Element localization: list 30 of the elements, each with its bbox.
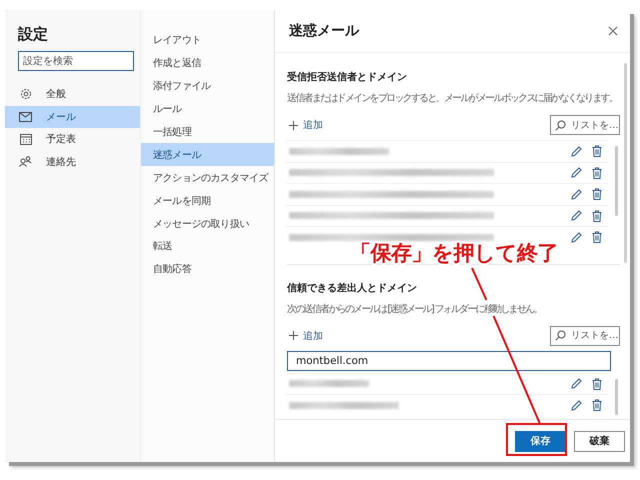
subnav-item[interactable]: 自動応答 — [141, 258, 274, 281]
list-search-button[interactable]: リストを… — [550, 115, 620, 135]
nav-item[interactable]: 全般 — [5, 83, 140, 106]
nav-item[interactable]: 連絡先 — [5, 150, 140, 173]
list-search-button[interactable]: リストを… — [550, 326, 620, 346]
subnav-item[interactable]: 作成と返信 — [141, 52, 274, 75]
subnav-item[interactable]: 添付ファイル — [141, 74, 274, 98]
save-button[interactable]: 保存 — [515, 430, 566, 452]
subnav-item[interactable]: 一括処理 — [141, 120, 274, 144]
nav-item[interactable]: 予定表 — [5, 128, 140, 150]
panel-title: 迷惑メール — [289, 22, 359, 40]
section-description: 送信者またはドメインをブロックすると、メールがメールボックスに届かなくなります。 — [287, 92, 618, 106]
settings-title: 設定 — [18, 25, 48, 44]
section-heading: 信頼できる差出人とドメイン — [287, 282, 417, 296]
search-field[interactable]: 設定を検索 — [18, 51, 134, 71]
subnav-item[interactable]: レイアウト — [141, 29, 274, 52]
subnav-item[interactable]: メールを同期 — [141, 189, 274, 212]
subnav-item[interactable]: 転送 — [141, 235, 274, 258]
subnav-item[interactable]: 迷惑メール — [141, 143, 274, 166]
subnav-item[interactable]: アクションのカスタマイズ — [141, 166, 274, 190]
add-button[interactable]: 追加 — [287, 328, 325, 342]
section-description: 次の送信者からのメールは [迷惑メール] フォルダーに移動しません。 — [287, 302, 543, 316]
callout-text: 「保存」を押して終了 — [350, 240, 558, 266]
section-heading: 受信拒否送信者とドメイン — [287, 70, 407, 85]
subnav-item[interactable]: メッセージの取り扱い — [141, 212, 274, 236]
add-button[interactable]: 追加 — [287, 118, 325, 132]
input-field[interactable]: montbell.com — [287, 350, 611, 370]
nav-item[interactable]: メール — [5, 106, 140, 128]
subnav-item[interactable]: ルール — [141, 98, 274, 121]
discard-button[interactable]: 破棄 — [574, 430, 625, 452]
